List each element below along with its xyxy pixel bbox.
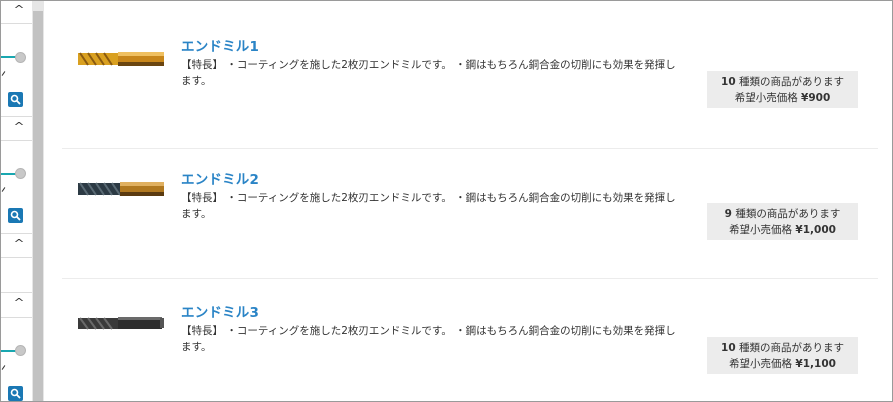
divider xyxy=(1,140,32,141)
retail-price: 希望小売価格 ¥1,100 xyxy=(729,358,836,370)
chevron-up-icon[interactable]: ^ xyxy=(12,121,26,133)
search-button[interactable] xyxy=(8,386,23,401)
product-image[interactable] xyxy=(74,173,168,203)
search-button[interactable] xyxy=(8,208,23,223)
price-box: 10 種類の商品があります 希望小売価格 ¥1,100 xyxy=(707,337,858,374)
divider xyxy=(1,116,32,117)
product-row[interactable]: エンドミル2 【特長】 ・コーティングを施した2枚刃エンドミルです。 ・鋼はもち… xyxy=(62,149,878,279)
divider xyxy=(1,233,32,234)
divider xyxy=(1,317,32,318)
product-description: 【特長】 ・コーティングを施した2枚刃エンドミルです。 ・鋼はもちろん銅合金の切… xyxy=(181,192,676,220)
retail-price: 希望小売価格 ¥1,000 xyxy=(729,224,836,236)
scrollbar-thumb[interactable] xyxy=(33,11,43,401)
row-divider xyxy=(62,278,878,279)
product-name-link[interactable]: エンドミル2 xyxy=(181,168,259,188)
variant-count: 9 種類の商品があります xyxy=(724,208,841,220)
variant-count: 10 種類の商品があります xyxy=(721,76,844,88)
product-name-link[interactable]: エンドミル3 xyxy=(181,301,259,321)
search-icon xyxy=(10,210,21,221)
slider-tick-icon xyxy=(1,71,6,76)
price-slider-handle[interactable] xyxy=(15,168,26,179)
product-row[interactable]: エンドミル3 【特長】 ・コーティングを施した2枚刃エンドミルです。 ・鋼はもち… xyxy=(62,282,878,401)
product-image[interactable] xyxy=(74,308,168,338)
product-description: 【特長】 ・コーティングを施した2枚刃エンドミルです。 ・鋼はもちろん銅合金の切… xyxy=(181,325,676,353)
search-icon xyxy=(10,94,21,105)
chevron-up-icon[interactable]: ^ xyxy=(12,4,26,16)
slider-tick-icon xyxy=(1,187,6,192)
price-slider-handle[interactable] xyxy=(15,52,26,63)
retail-price: 希望小売価格 ¥900 xyxy=(734,92,831,104)
divider xyxy=(1,292,32,293)
filter-sidebar: ^ ^ ^ ^ xyxy=(1,1,32,401)
search-icon xyxy=(10,388,21,399)
price-box: 9 種類の商品があります 希望小売価格 ¥1,000 xyxy=(707,203,858,240)
divider xyxy=(1,257,32,258)
price-box: 10 種類の商品があります 希望小売価格 ¥900 xyxy=(707,71,858,108)
slider-tick-icon xyxy=(1,365,6,370)
product-name-link[interactable]: エンドミル1 xyxy=(181,35,259,55)
chevron-up-icon[interactable]: ^ xyxy=(12,297,26,309)
product-row[interactable]: エンドミル1 【特長】 ・コーティングを施した2枚刃エンドミルです。 ・鋼はもち… xyxy=(62,19,878,149)
search-button[interactable] xyxy=(8,92,23,107)
product-image[interactable] xyxy=(74,43,168,73)
divider xyxy=(1,23,32,24)
price-slider-handle[interactable] xyxy=(15,345,26,356)
browser-frame: ^ ^ ^ ^ エンドミル1 【特長】 ・コーティングを施した2枚刃エンドミルで… xyxy=(0,0,893,402)
chevron-up-icon[interactable]: ^ xyxy=(12,238,26,250)
variant-count: 10 種類の商品があります xyxy=(721,342,844,354)
product-description: 【特長】 ・コーティングを施した2枚刃エンドミルです。 ・鋼はもちろん銅合金の切… xyxy=(181,59,676,87)
